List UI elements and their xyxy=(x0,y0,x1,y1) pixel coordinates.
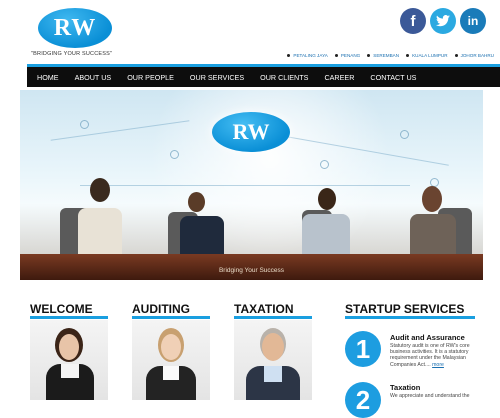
facebook-icon[interactable]: f xyxy=(400,8,426,34)
location-label: PENANG xyxy=(340,53,361,58)
service-number-1: 1 xyxy=(345,331,381,367)
main-nav: HOME ABOUT US OUR PEOPLE OUR SERVICES OU… xyxy=(27,67,500,87)
bullet-icon xyxy=(454,54,458,57)
photo-face xyxy=(262,333,284,361)
person-head xyxy=(188,192,205,212)
service-title-audit: Audit and Assurance xyxy=(390,333,465,342)
nav-our-clients[interactable]: OUR CLIENTS xyxy=(252,73,316,82)
photo-shirt xyxy=(61,364,79,378)
facebook-label: f xyxy=(410,12,416,30)
twitter-bird-icon xyxy=(436,15,450,27)
rw-logo[interactable]: RW xyxy=(38,8,112,48)
taxation-underline xyxy=(234,316,312,319)
more-link[interactable]: more xyxy=(432,362,444,368)
photo-face xyxy=(161,334,181,360)
welcome-title: WELCOME xyxy=(30,302,93,316)
nav-contact-us[interactable]: CONTACT US xyxy=(362,73,424,82)
linkedin-label: in xyxy=(467,14,479,28)
auditing-underline xyxy=(132,316,210,319)
service-text-taxation: We appreciate and understand the xyxy=(390,393,470,399)
hero-banner: RW Bridging Your Success xyxy=(20,90,483,280)
location-label: KUALA LUMPUR xyxy=(412,53,448,58)
person-body xyxy=(78,208,122,260)
startup-underline xyxy=(345,316,475,319)
location-item[interactable]: PETALING JAYA xyxy=(287,53,328,58)
bullet-icon xyxy=(367,54,371,57)
network-node xyxy=(320,160,329,169)
person-head xyxy=(90,178,110,202)
welcome-underline xyxy=(30,316,108,319)
nav-our-people[interactable]: OUR PEOPLE xyxy=(119,73,182,82)
bullet-icon xyxy=(406,54,410,57)
site-header: RW "BRIDGING YOUR SUCCESS" f in PETALING… xyxy=(0,0,500,66)
taxation-photo[interactable] xyxy=(234,320,312,400)
welcome-photo[interactable] xyxy=(30,320,108,400)
location-label: JOHOR BAHRU xyxy=(460,53,494,58)
hero-caption: Bridging Your Success xyxy=(218,267,285,274)
person-head xyxy=(318,188,336,210)
taxation-title: TAXATION xyxy=(234,302,294,316)
service-title-taxation: Taxation xyxy=(390,383,421,392)
auditing-title: AUDITING xyxy=(132,302,190,316)
hero-rw-logo: RW xyxy=(212,112,290,152)
logo-text: RW xyxy=(53,14,97,41)
location-label: PETALING JAYA xyxy=(293,53,328,58)
twitter-icon[interactable] xyxy=(430,8,456,34)
photo-face xyxy=(59,334,79,360)
bullet-icon xyxy=(334,54,338,57)
auditing-photo[interactable] xyxy=(132,320,210,400)
nav-about-us[interactable]: ABOUT US xyxy=(67,73,120,82)
linkedin-icon[interactable]: in xyxy=(460,8,486,34)
service-text-audit: Statutory audit is one of RW's core busi… xyxy=(390,343,482,368)
service-number-2: 2 xyxy=(345,382,381,418)
location-item[interactable]: KUALA LUMPUR xyxy=(406,53,448,58)
network-node xyxy=(80,120,89,129)
office-locations: PETALING JAYA PENANG SEREMBAN KUALA LUMP… xyxy=(287,53,494,58)
location-label: SEREMBAN xyxy=(373,53,400,58)
photo-shirt xyxy=(264,366,282,382)
person-head xyxy=(422,186,442,212)
location-item[interactable]: PENANG xyxy=(334,53,361,58)
network-node xyxy=(400,130,409,139)
nav-our-services[interactable]: OUR SERVICES xyxy=(182,73,252,82)
hero-logo-text: RW xyxy=(232,119,270,144)
network-line xyxy=(80,185,410,186)
tagline: "BRIDGING YOUR SUCCESS" xyxy=(31,51,113,57)
service-description: Statutory audit is one of RW's core busi… xyxy=(390,343,470,368)
location-item[interactable]: SEREMBAN xyxy=(367,53,399,58)
location-item[interactable]: JOHOR BAHRU xyxy=(454,53,494,58)
photo-shirt xyxy=(163,366,179,380)
network-node xyxy=(170,150,179,159)
nav-home[interactable]: HOME xyxy=(27,73,67,82)
nav-career[interactable]: CAREER xyxy=(316,73,362,82)
bullet-icon xyxy=(287,54,291,57)
startup-title: STARTUP SERVICES xyxy=(345,302,465,316)
